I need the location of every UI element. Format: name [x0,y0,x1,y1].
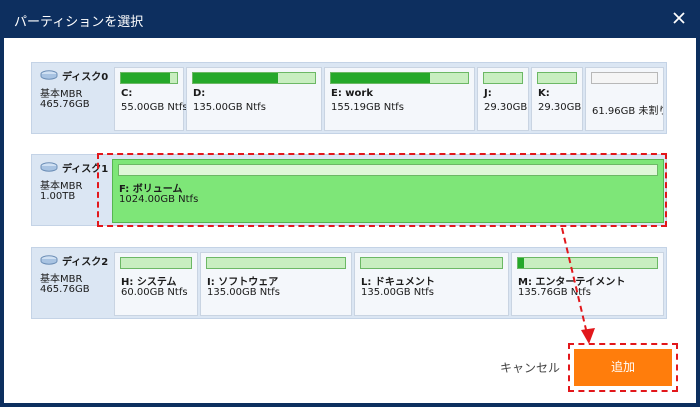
usage-fill [121,73,171,83]
partition-size: 135.00GB Ntfs [193,102,266,113]
disk-row-1: ディスク1 基本MBR 1.00TB F: ボリューム 1024.00GB Nt… [31,154,667,226]
partition-h[interactable]: H: システム 60.00GB Ntfs [114,252,198,316]
disk-icon [40,162,58,172]
partition-size: 61.96GB 未割り当て [592,106,663,117]
partition-label: D: [193,88,206,99]
disk-name: ディスク0 [62,71,109,83]
disk-type: 基本MBR [40,89,83,100]
partition-size: 55.00GB Ntfs [121,102,188,113]
window-title: パーティションを選択 [14,15,144,30]
usage-fill [331,73,430,83]
dialog-body: ディスク0 基本MBR 465.76GB C: 55.00GB Ntfs D: … [4,38,696,403]
disk-name: ディスク1 [62,163,109,175]
usage-fill [193,73,279,83]
partition-label: F: ボリューム [119,184,183,195]
add-button[interactable]: 追加 [574,349,672,386]
partition-l[interactable]: L: ドキュメント 135.00GB Ntfs [354,252,509,316]
usage-bar [360,257,503,269]
close-icon[interactable] [672,11,686,25]
usage-bar [118,164,658,176]
disk-row-2: ディスク2 基本MBR 465.76GB H: システム 60.00GB Ntf… [31,247,667,319]
usage-bar [206,257,346,269]
disk-type: 基本MBR [40,181,83,192]
usage-bar [120,257,192,269]
partition-size: 135.00GB Ntfs [207,287,280,298]
disk-info: ディスク1 基本MBR 1.00TB [32,155,112,225]
usage-bar [537,72,577,84]
disk-name: ディスク2 [62,256,109,268]
usage-bar [330,72,469,84]
title-bar: パーティションを選択 [0,0,700,38]
partition-unallocated[interactable]: 61.96GB 未割り当て [585,67,664,131]
disk-info: ディスク0 基本MBR 465.76GB [32,63,112,133]
partition-label: H: システム [121,277,177,288]
partition-f-selected[interactable]: F: ボリューム 1024.00GB Ntfs [112,159,664,223]
partition-m[interactable]: M: エンターテイメント 135.76GB Ntfs [511,252,664,316]
partition-j[interactable]: J: 29.30GB [477,67,529,131]
partition-size: 135.76GB Ntfs [518,287,591,298]
usage-bar [192,72,316,84]
usage-bar [517,257,658,269]
partition-e[interactable]: E: work 155.19GB Ntfs [324,67,475,131]
disk-row-0: ディスク0 基本MBR 465.76GB C: 55.00GB Ntfs D: … [31,62,667,134]
usage-bar [483,72,523,84]
disk-type: 基本MBR [40,274,83,285]
disk-icon [40,70,58,80]
partition-k[interactable]: K: 29.30GB [531,67,583,131]
partition-size: 155.19GB Ntfs [331,102,404,113]
partition-size: 1024.00GB Ntfs [119,194,199,205]
partition-size: 29.30GB [538,102,582,113]
partition-label: J: [484,88,492,99]
partition-label: K: [538,88,550,99]
disk-icon [40,255,58,265]
partition-size: 135.00GB Ntfs [361,287,434,298]
disk-size: 1.00TB [40,191,76,202]
partition-label: I: ソフトウェア [207,277,279,288]
usage-fill [518,258,524,268]
partition-label: L: ドキュメント [361,277,435,288]
partition-label: M: エンターテイメント [518,277,626,288]
partition-size: 60.00GB Ntfs [121,287,188,298]
partition-size: 29.30GB [484,102,528,113]
partition-label: E: work [331,88,374,99]
usage-bar [591,72,658,84]
partition-i[interactable]: I: ソフトウェア 135.00GB Ntfs [200,252,352,316]
partition-c[interactable]: C: 55.00GB Ntfs [114,67,188,131]
disk-size: 465.76GB [40,99,90,110]
usage-bar [120,72,178,84]
cancel-button[interactable]: キャンセル [500,359,560,376]
disk-size: 465.76GB [40,284,90,295]
partition-label: C: [121,88,133,99]
partition-d[interactable]: D: 135.00GB Ntfs [186,67,322,131]
disk-info: ディスク2 基本MBR 465.76GB [32,248,112,318]
